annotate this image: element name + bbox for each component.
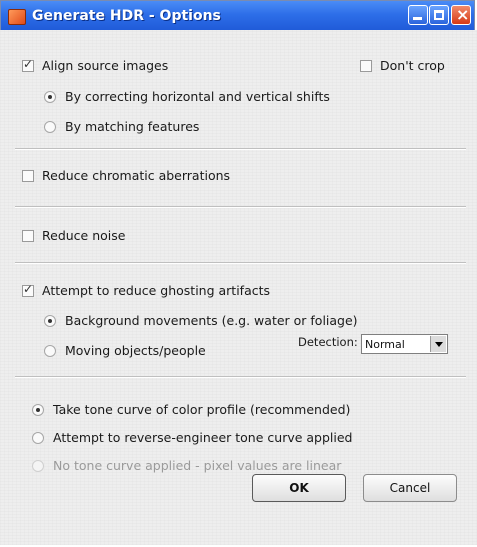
background-movements-radio[interactable] — [44, 314, 56, 327]
window-title: Generate HDR - Options — [32, 8, 221, 24]
by-matching-features-option[interactable]: By matching features — [44, 119, 199, 134]
align-source-images-checkbox[interactable] — [22, 57, 34, 72]
take-tone-curve-option[interactable]: Take tone curve of color profile (recomm… — [32, 402, 350, 417]
reverse-engineer-tone-curve-option[interactable]: Attempt to reverse-engineer tone curve a… — [32, 430, 353, 445]
reduce-chromatic-aberrations-label: Reduce chromatic aberrations — [42, 168, 231, 183]
reduce-noise-checkbox[interactable] — [22, 229, 34, 242]
align-source-images-label: Align source images — [42, 58, 169, 73]
divider — [15, 206, 466, 208]
cancel-button[interactable]: Cancel — [363, 474, 457, 502]
divider — [15, 148, 466, 150]
reverse-engineer-tone-curve-label: Attempt to reverse-engineer tone curve a… — [53, 430, 353, 445]
title-bar[interactable]: Generate HDR - Options × — [1, 1, 474, 31]
app-icon — [8, 9, 26, 25]
reduce-noise-label: Reduce noise — [42, 228, 126, 243]
reverse-engineer-tone-curve-radio[interactable] — [32, 431, 44, 444]
reduce-chromatic-aberrations-checkbox[interactable] — [22, 169, 34, 182]
maximize-button[interactable] — [429, 5, 449, 25]
by-correcting-shifts-option[interactable]: By correcting horizontal and vertical sh… — [44, 89, 330, 104]
close-button[interactable]: × — [451, 5, 471, 25]
no-tone-curve-radio — [32, 459, 44, 472]
no-tone-curve-label: No tone curve applied - pixel values are… — [53, 458, 342, 473]
by-matching-features-label: By matching features — [65, 119, 200, 134]
attempt-reduce-ghosting-label: Attempt to reduce ghosting artifacts — [42, 283, 271, 298]
moving-objects-people-option[interactable]: Moving objects/people — [44, 343, 206, 358]
moving-objects-people-radio[interactable] — [44, 344, 56, 357]
by-correcting-shifts-radio[interactable] — [44, 90, 56, 103]
ok-button[interactable]: OK — [252, 474, 346, 502]
by-matching-features-radio[interactable] — [44, 120, 56, 133]
take-tone-curve-label: Take tone curve of color profile (recomm… — [53, 402, 351, 417]
reduce-noise-option[interactable]: Reduce noise — [22, 228, 125, 243]
minimize-icon — [413, 17, 422, 20]
divider — [15, 262, 466, 264]
by-correcting-shifts-label: By correcting horizontal and vertical sh… — [65, 89, 330, 104]
dont-crop-checkbox[interactable] — [360, 59, 372, 72]
maximize-icon — [434, 10, 444, 20]
detection-value: Normal — [365, 338, 405, 351]
attempt-reduce-ghosting-option[interactable]: Attempt to reduce ghosting artifacts — [22, 282, 271, 298]
divider — [15, 376, 466, 378]
dont-crop-label: Don't crop — [380, 58, 445, 73]
chevron-down-icon[interactable] — [430, 336, 446, 352]
no-tone-curve-option: No tone curve applied - pixel values are… — [32, 458, 341, 473]
align-source-images-option[interactable]: Align source images — [22, 57, 169, 73]
close-icon: × — [456, 5, 470, 24]
moving-objects-people-label: Moving objects/people — [65, 343, 206, 358]
reduce-chromatic-aberrations-option[interactable]: Reduce chromatic aberrations — [22, 168, 230, 183]
background-movements-label: Background movements (e.g. water or foli… — [65, 313, 358, 328]
detection-label: Detection: — [298, 335, 358, 349]
take-tone-curve-radio[interactable] — [32, 403, 44, 416]
background-movements-option[interactable]: Background movements (e.g. water or foli… — [44, 313, 358, 328]
attempt-reduce-ghosting-checkbox[interactable] — [22, 282, 34, 297]
dont-crop-option[interactable]: Don't crop — [360, 58, 445, 73]
minimize-button[interactable] — [408, 5, 428, 25]
detection-select[interactable]: Normal — [361, 334, 448, 354]
